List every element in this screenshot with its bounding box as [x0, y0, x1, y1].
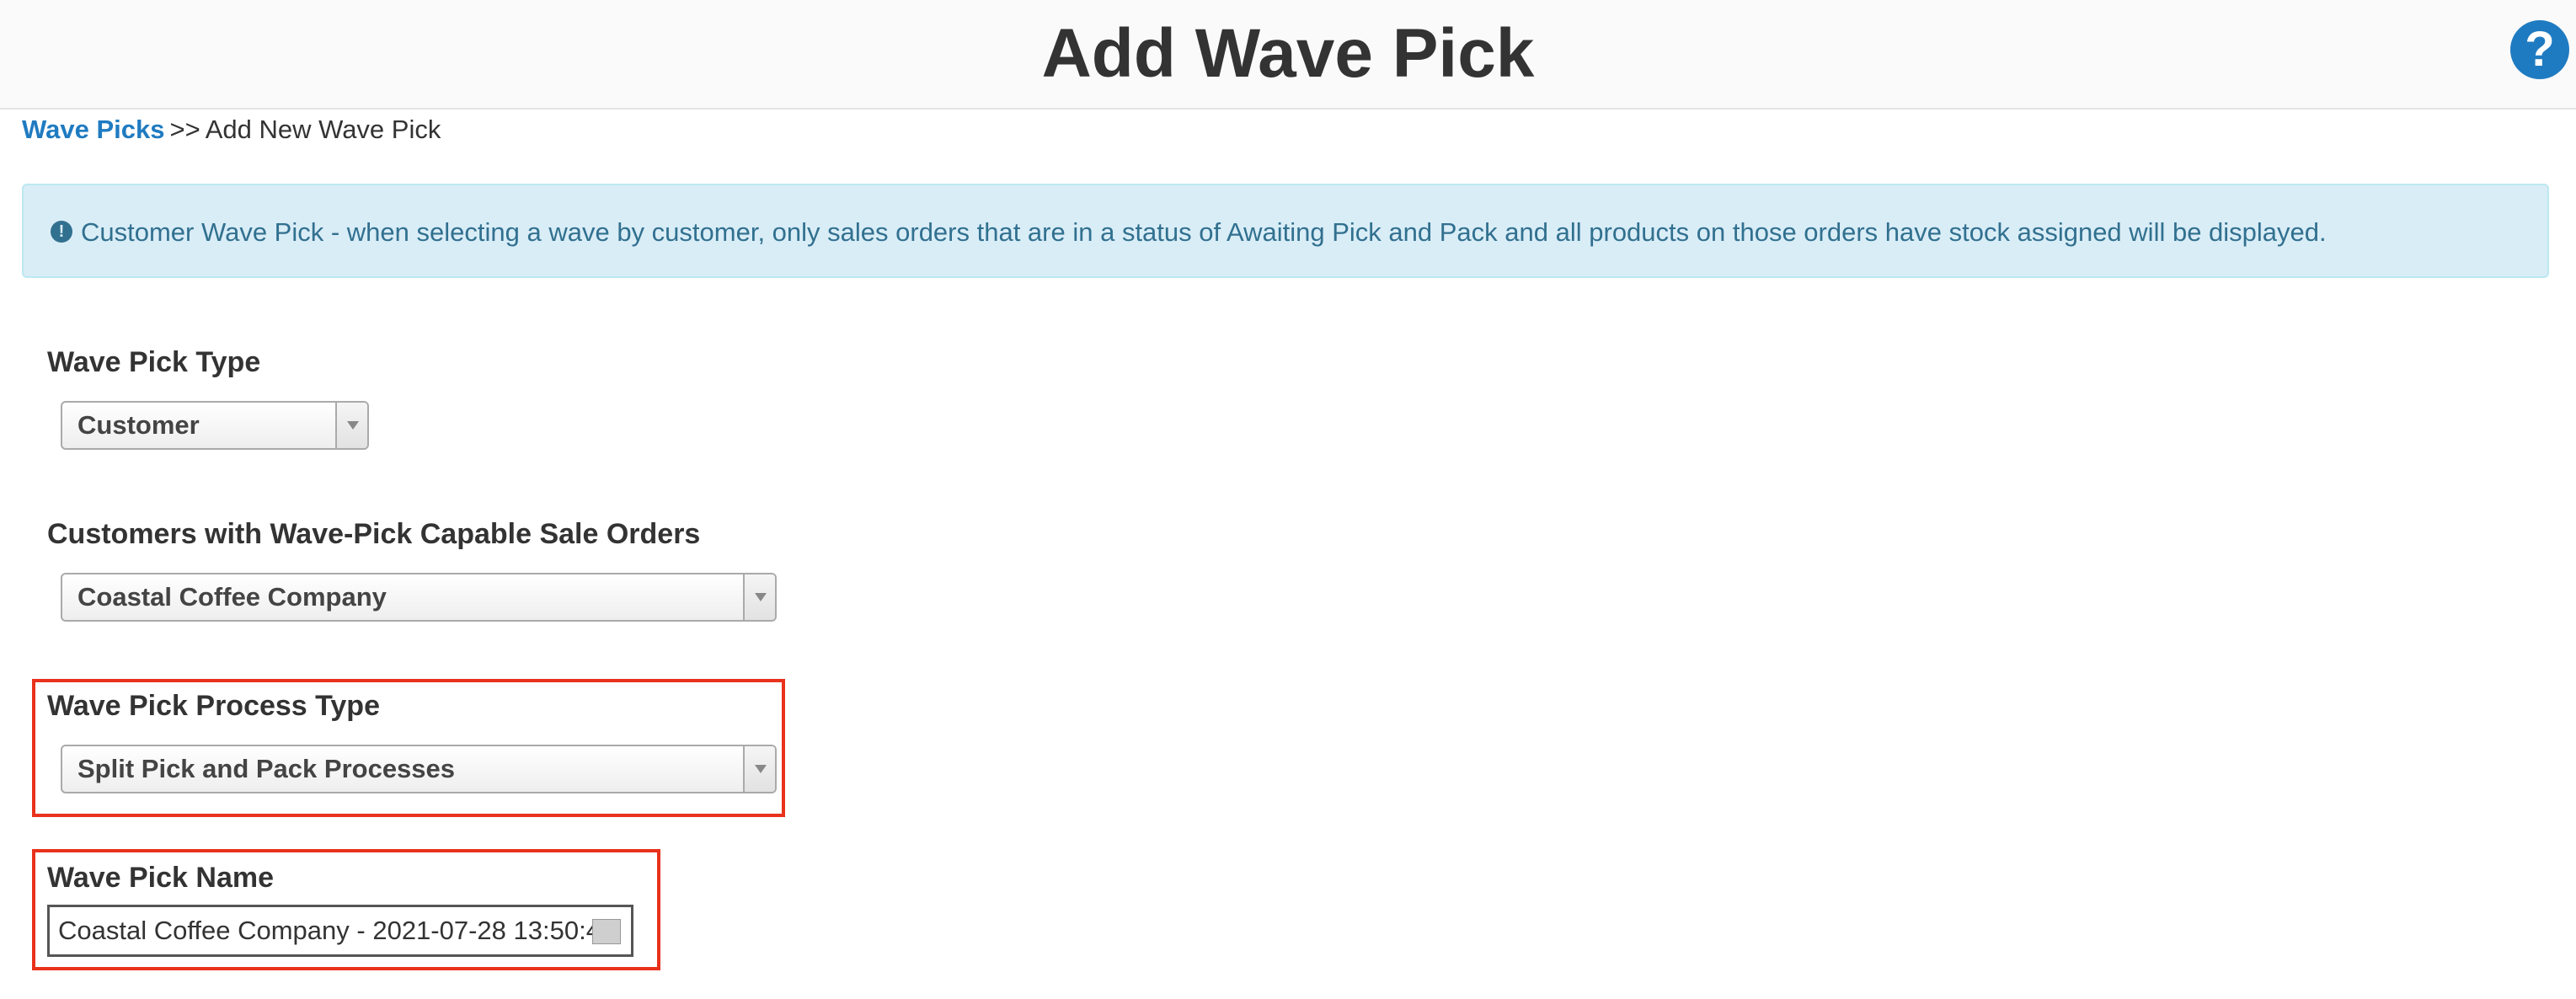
chevron-down-icon[interactable] [743, 574, 775, 620]
alert-text: Customer Wave Pick - when selecting a wa… [81, 217, 2327, 247]
page-header: Add Wave Pick ? [0, 0, 2576, 110]
question-circle-icon[interactable]: ? [2510, 20, 2569, 79]
customers-value: Coastal Coffee Company [77, 582, 387, 612]
chevron-down-icon[interactable] [743, 746, 775, 792]
customers-label: Customers with Wave-Pick Capable Sale Or… [47, 518, 701, 550]
wave-pick-name-input[interactable]: Coastal Coffee Company - 2021-07-28 13:5… [47, 905, 633, 957]
wave-pick-type-label: Wave Pick Type [47, 346, 261, 378]
wave-pick-type-select[interactable]: Customer [61, 401, 369, 450]
breadcrumb-link-wave-picks[interactable]: Wave Picks [22, 115, 164, 144]
breadcrumb-separator: >> [169, 115, 200, 144]
wave-pick-name-label: Wave Pick Name [47, 862, 274, 894]
process-type-label: Wave Pick Process Type [47, 690, 380, 722]
exclamation-circle-icon: ! [51, 220, 72, 243]
process-type-value: Split Pick and Pack Processes [77, 754, 456, 783]
clear-icon[interactable] [592, 919, 621, 944]
wave-pick-type-value: Customer [77, 410, 200, 440]
page-title: Add Wave Pick [1041, 15, 1535, 92]
breadcrumb-current: Add New Wave Pick [205, 115, 441, 144]
process-type-select[interactable]: Split Pick and Pack Processes [61, 745, 777, 793]
wave-pick-name-value: Coastal Coffee Company - 2021-07-28 13:5… [58, 916, 616, 945]
chevron-down-icon[interactable] [335, 403, 367, 448]
customers-select[interactable]: Coastal Coffee Company [61, 573, 777, 622]
breadcrumb: Wave Picks >> Add New Wave Pick [22, 113, 441, 147]
info-alert: ! Customer Wave Pick - when selecting a w… [22, 184, 2549, 278]
